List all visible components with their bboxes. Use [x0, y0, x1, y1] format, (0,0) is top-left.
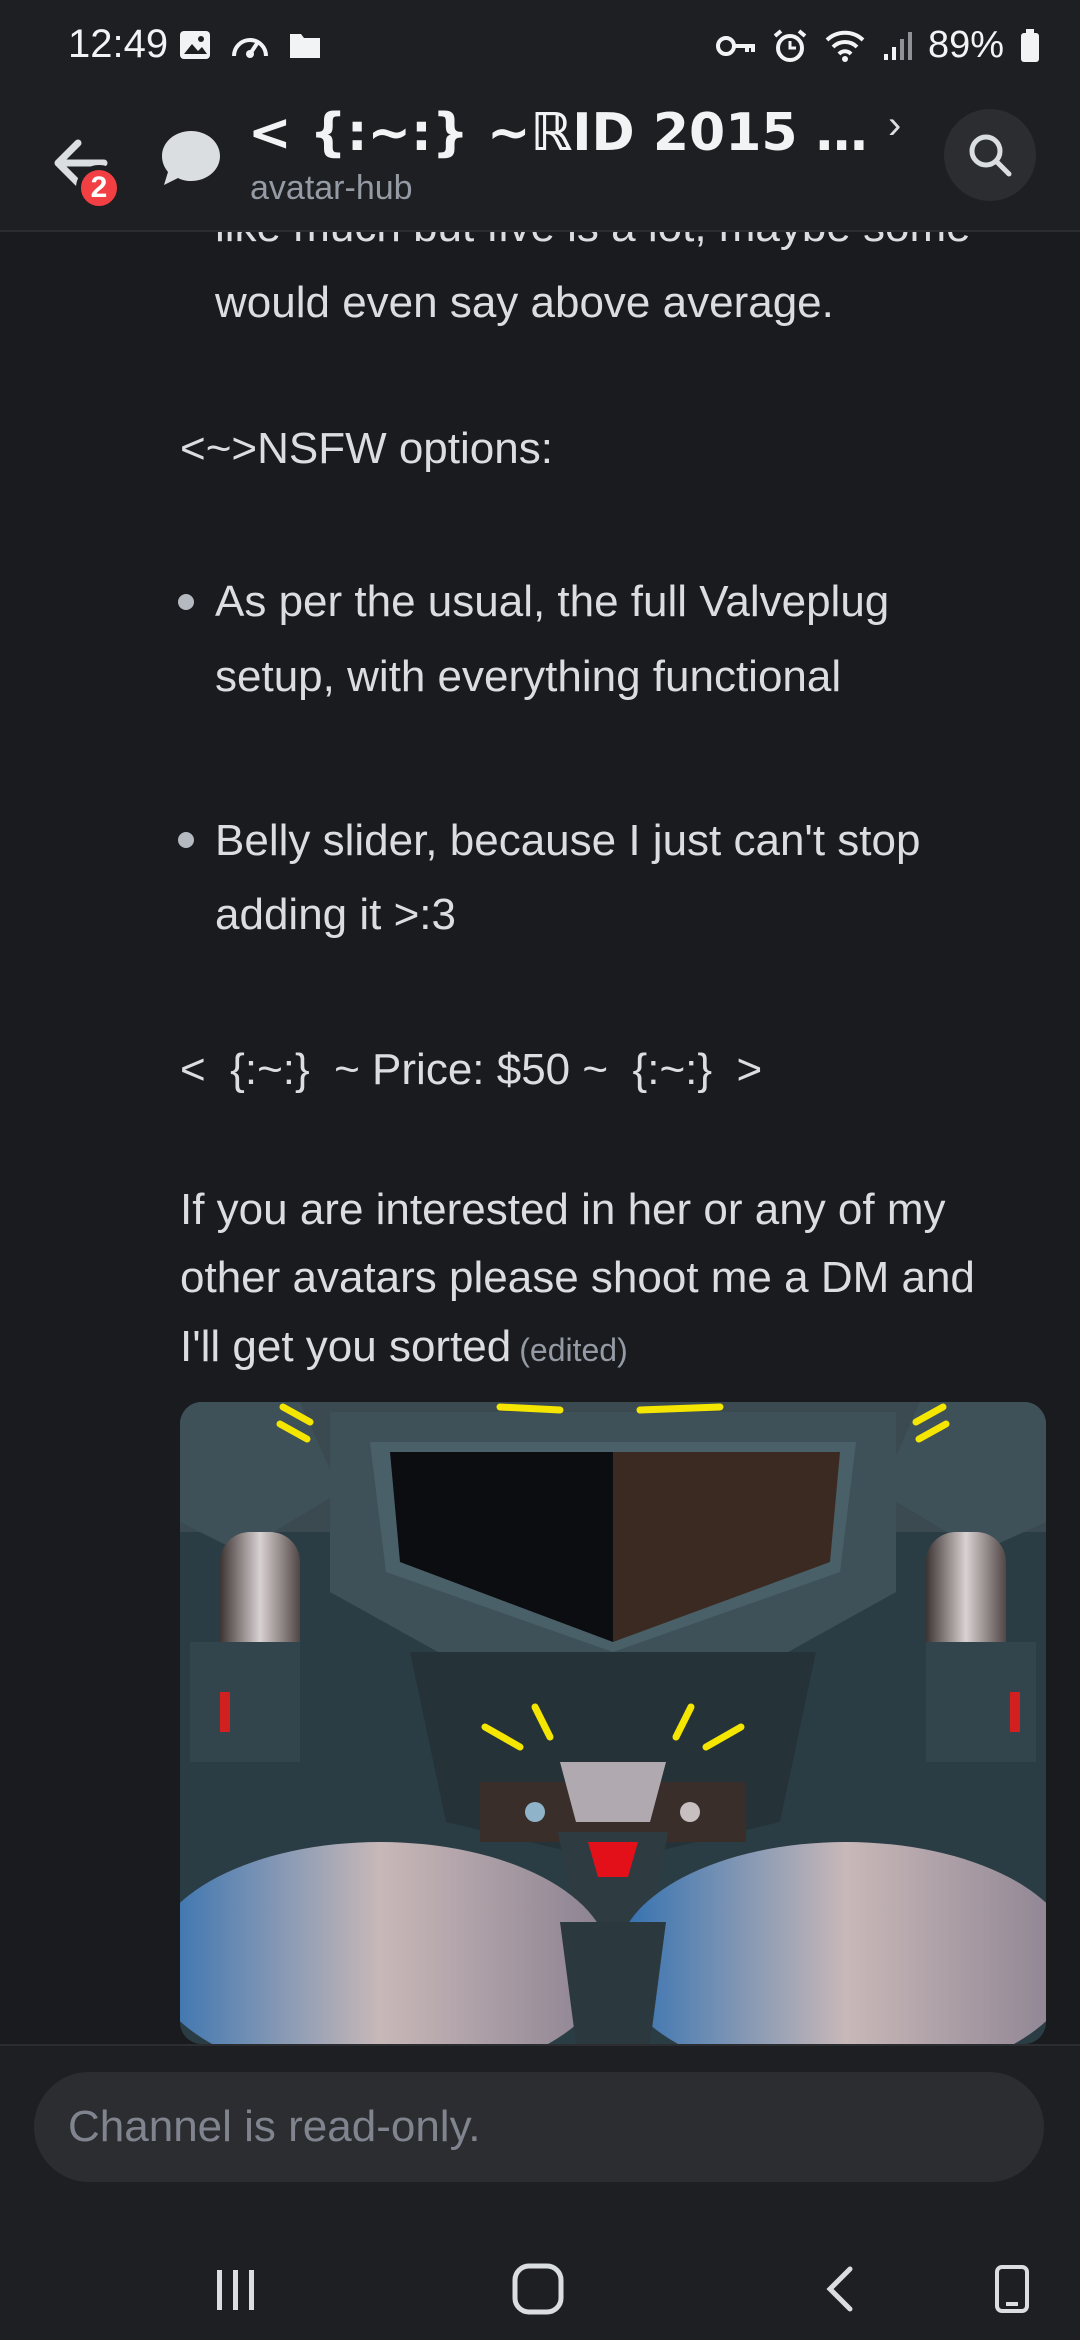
edited-label: (edited) — [519, 1332, 628, 1368]
bullet-1-line-1: As per the usual, the full Valveplug — [215, 577, 890, 626]
bullet-1-line-2: setup, with everything functional — [215, 652, 842, 701]
unread-badge: 2 — [76, 165, 122, 211]
channel-title[interactable]: < {:~:} ~ℝID 2015 Stee... — [248, 103, 888, 163]
phone-icon — [995, 2265, 1029, 2313]
channel-subtitle: avatar-hub — [250, 169, 413, 207]
bullet-2-line-1: Belly slider, because I just can't stop — [215, 816, 921, 865]
closing-line-2: other avatars please shoot me a DM and — [180, 1253, 975, 1302]
avatar-render-image[interactable] — [180, 1402, 1046, 2044]
message-list[interactable]: like much but five is a lot, maybe some … — [0, 232, 1080, 2044]
price-line: < {:~:} ~ Price: $50 ~ {:~:} > — [180, 1045, 763, 1094]
key-icon — [715, 35, 755, 56]
message-text: would even say above average. — [215, 278, 834, 327]
signal-icon — [883, 31, 912, 60]
channel-header: 2 < {:~:} ~ℝID 2015 Stee... › avatar-hub — [0, 95, 1080, 232]
thread-bubble-icon — [162, 131, 220, 185]
message-text-partial: like much but five is a lot, maybe some — [215, 232, 971, 262]
nav-back-button[interactable] — [800, 2254, 880, 2324]
search-icon — [969, 134, 1012, 177]
system-nav-bar — [0, 2234, 1080, 2340]
read-only-input: Channel is read-only. — [34, 2072, 1044, 2182]
nsfw-heading: <~>NSFW options: — [180, 424, 553, 473]
status-left-icons — [178, 28, 322, 62]
recent-apps-icon — [217, 2270, 254, 2310]
closing-line-3: I'll get you sorted — [180, 1322, 512, 1371]
wifi-icon — [825, 30, 865, 62]
chevron-right-icon[interactable]: › — [888, 103, 901, 148]
bullet-dot — [178, 832, 194, 848]
gauge-icon — [232, 38, 268, 58]
closing-line-1: If you are interested in her or any of m… — [180, 1185, 946, 1234]
alarm-icon — [773, 28, 807, 62]
closing-line-3-wrap: I'll get you sorted (edited) — [180, 1312, 628, 1385]
composer-area: Channel is read-only. — [0, 2044, 1080, 2236]
bullet-dot — [178, 594, 194, 610]
home-icon — [512, 2263, 564, 2315]
status-bar: 12:49 89% — [0, 0, 1080, 95]
home-button[interactable] — [498, 2254, 578, 2324]
keyboard-toggle-button[interactable] — [972, 2254, 1052, 2324]
status-right-icons: 89% — [715, 24, 1040, 67]
battery-icon — [1021, 28, 1039, 62]
image-icon — [180, 31, 210, 59]
search-button[interactable] — [944, 109, 1036, 201]
recent-apps-button[interactable] — [196, 2254, 276, 2324]
chevron-left-icon — [826, 2266, 853, 2312]
battery-percent: 89% — [927, 24, 1004, 66]
folder-icon — [290, 34, 320, 58]
bullet-2-line-2: adding it >:3 — [215, 890, 456, 939]
robot-avatar-illustration — [180, 1402, 1046, 2044]
status-time: 12:49 — [68, 22, 169, 66]
